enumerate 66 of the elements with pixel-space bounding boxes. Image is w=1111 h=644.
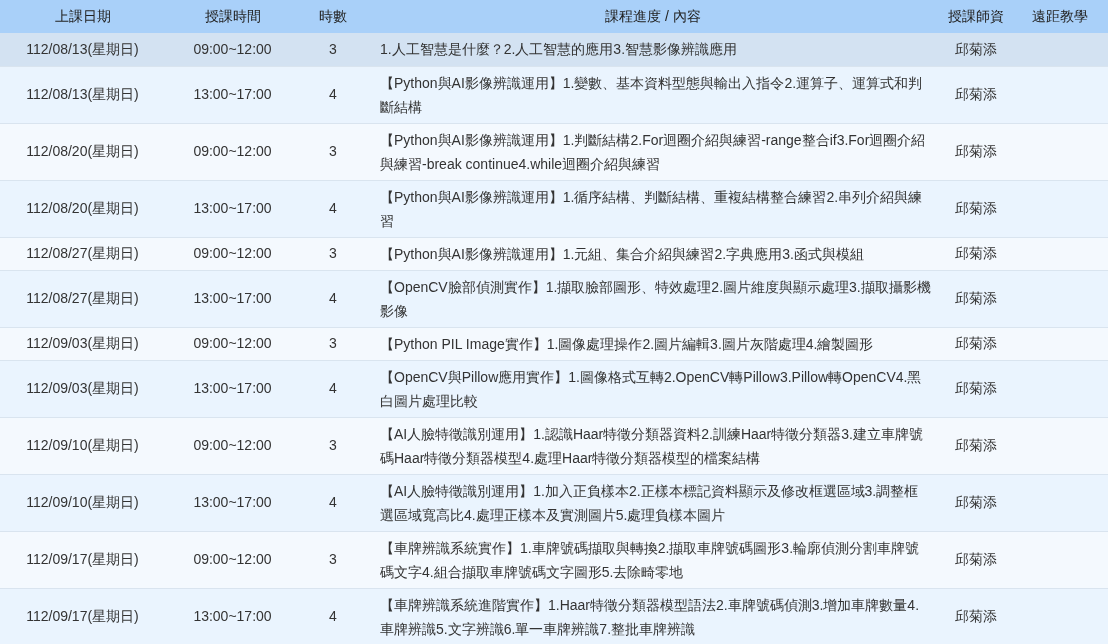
content-cell: 【OpenCV與Pillow應用實作】1.圖像格式互轉2.OpenCV轉Pillow3.Pillow轉OpenCV4.黑白圖片處理比較 bbox=[366, 360, 940, 417]
hours-cell: 4 bbox=[300, 360, 366, 417]
teacher-cell: 邱菊添 bbox=[940, 417, 1012, 474]
date-cell: 112/08/27(星期日) bbox=[0, 237, 165, 270]
column-header: 遠距教學 bbox=[1012, 0, 1108, 33]
time-cell: 09:00~12:00 bbox=[165, 237, 300, 270]
time-cell: 09:00~12:00 bbox=[165, 327, 300, 360]
teacher-cell: 邱菊添 bbox=[940, 66, 1012, 123]
hours-cell: 4 bbox=[300, 474, 366, 531]
teacher-cell: 邱菊添 bbox=[940, 474, 1012, 531]
time-cell: 13:00~17:00 bbox=[165, 360, 300, 417]
time-cell: 13:00~17:00 bbox=[165, 588, 300, 644]
content-cell: 【Python與AI影像辨識運用】1.循序結構、判斷結構、重複結構整合練習2.串列介紹與練習 bbox=[366, 180, 940, 237]
hours-cell: 3 bbox=[300, 531, 366, 588]
column-header: 時數 bbox=[300, 0, 366, 33]
hours-cell: 4 bbox=[300, 180, 366, 237]
teacher-cell: 邱菊添 bbox=[940, 327, 1012, 360]
column-header: 授課時間 bbox=[165, 0, 300, 33]
teacher-cell: 邱菊添 bbox=[940, 237, 1012, 270]
content-cell: 【車牌辨識系統進階實作】1.Haar特徵分類器模型語法2.車牌號碼偵測3.增加車牌數量4.車牌辨識5.文字辨識6.單一車牌辨識7.整批車牌辨識 bbox=[366, 588, 940, 644]
column-header: 授課師資 bbox=[940, 0, 1012, 33]
teacher-cell: 邱菊添 bbox=[940, 588, 1012, 644]
content-cell: 【AI人臉特徵識別運用】1.認識Haar特徵分類器資料2.訓練Haar特徵分類器3.建立車牌號碼Haar特徵分類器模型4.處理Haar特徵分類器模型的檔案結構 bbox=[366, 417, 940, 474]
time-cell: 13:00~17:00 bbox=[165, 180, 300, 237]
date-cell: 112/09/17(星期日) bbox=[0, 531, 165, 588]
date-cell: 112/09/03(星期日) bbox=[0, 360, 165, 417]
content-cell: 【AI人臉特徵識別運用】1.加入正負樣本2.正樣本標記資料顯示及修改框選區域3.調整框選區域寬高比4.處理正樣本及實測圖片5.處理負樣本圖片 bbox=[366, 474, 940, 531]
hours-cell: 3 bbox=[300, 33, 366, 66]
content-cell: 【Python PIL Image實作】1.圖像處理操作2.圖片編輯3.圖片灰階處理4.繪製圖形 bbox=[366, 327, 940, 360]
content-cell: 【Python與AI影像辨識運用】1.元組、集合介紹與練習2.字典應用3.函式與模組 bbox=[366, 237, 940, 270]
content-cell: 【OpenCV臉部偵測實作】1.擷取臉部圖形、特效處理2.圖片維度與顯示處理3.擷取攝影機影像 bbox=[366, 270, 940, 327]
date-cell: 112/08/27(星期日) bbox=[0, 270, 165, 327]
time-cell: 13:00~17:00 bbox=[165, 66, 300, 123]
hours-cell: 3 bbox=[300, 417, 366, 474]
time-cell: 09:00~12:00 bbox=[165, 531, 300, 588]
hours-cell: 4 bbox=[300, 66, 366, 123]
date-cell: 112/08/13(星期日) bbox=[0, 33, 165, 66]
time-cell: 13:00~17:00 bbox=[165, 270, 300, 327]
time-cell: 09:00~12:00 bbox=[165, 123, 300, 180]
teacher-cell: 邱菊添 bbox=[940, 531, 1012, 588]
hours-cell: 3 bbox=[300, 123, 366, 180]
date-cell: 112/08/13(星期日) bbox=[0, 66, 165, 123]
teacher-cell: 邱菊添 bbox=[940, 33, 1012, 66]
column-header: 課程進度 / 內容 bbox=[366, 0, 940, 33]
content-cell: 【Python與AI影像辨識運用】1.變數、基本資料型態與輸出入指令2.運算子、運算式和判斷結構 bbox=[366, 66, 940, 123]
date-cell: 112/09/10(星期日) bbox=[0, 417, 165, 474]
date-cell: 112/08/20(星期日) bbox=[0, 123, 165, 180]
teacher-cell: 邱菊添 bbox=[940, 180, 1012, 237]
content-cell: 【Python與AI影像辨識運用】1.判斷結構2.For迴圈介紹與練習-range整合if3.For迴圈介紹與練習-break continue4.while迴圈介紹與練習 bbox=[366, 123, 940, 180]
time-cell: 09:00~12:00 bbox=[165, 417, 300, 474]
column-header: 上課日期 bbox=[0, 0, 165, 33]
content-cell: 【車牌辨識系統實作】1.車牌號碼擷取與轉換2.擷取車牌號碼圖形3.輪廓偵測分割車牌號碼文字4.組合擷取車牌號碼文字圖形5.去除畸零地 bbox=[366, 531, 940, 588]
teacher-cell: 邱菊添 bbox=[940, 360, 1012, 417]
hours-cell: 4 bbox=[300, 588, 366, 644]
date-cell: 112/08/20(星期日) bbox=[0, 180, 165, 237]
hours-cell: 4 bbox=[300, 270, 366, 327]
date-cell: 112/09/03(星期日) bbox=[0, 327, 165, 360]
time-cell: 13:00~17:00 bbox=[165, 474, 300, 531]
hours-cell: 3 bbox=[300, 327, 366, 360]
date-cell: 112/09/17(星期日) bbox=[0, 588, 165, 644]
teacher-cell: 邱菊添 bbox=[940, 270, 1012, 327]
date-cell: 112/09/10(星期日) bbox=[0, 474, 165, 531]
teacher-cell: 邱菊添 bbox=[940, 123, 1012, 180]
time-cell: 09:00~12:00 bbox=[165, 33, 300, 66]
content-cell: 1.人工智慧是什麼？2.人工智慧的應用3.智慧影像辨識應用 bbox=[366, 33, 940, 66]
hours-cell: 3 bbox=[300, 237, 366, 270]
